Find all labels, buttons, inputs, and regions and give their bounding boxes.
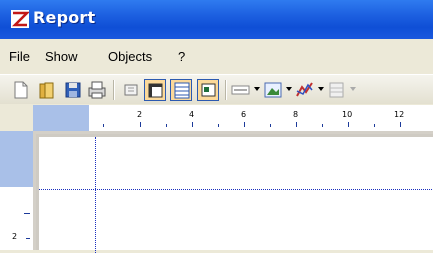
margin-guide-vertical [95, 137, 96, 253]
ruler-label: 10 [342, 110, 353, 119]
margin-guide-horizontal [39, 189, 433, 190]
image-tool-icon[interactable] [262, 79, 284, 101]
print-icon[interactable] [86, 79, 108, 101]
ruler-margin-highlight [0, 131, 33, 187]
ruler-label: 12 [394, 110, 405, 119]
menu-show[interactable]: Show [45, 49, 78, 64]
line-tool-dropdown-icon[interactable] [254, 87, 260, 91]
menu-objects[interactable]: Objects [108, 49, 152, 64]
table-tool-dropdown-icon[interactable] [350, 87, 356, 91]
ruler-label: 8 [293, 110, 299, 119]
report-app-icon [11, 10, 31, 28]
table-tool-icon[interactable] [326, 79, 348, 101]
vertical-ruler[interactable]: 2 [0, 131, 33, 250]
new-icon[interactable] [10, 79, 32, 101]
chart-tool-icon[interactable] [294, 79, 316, 101]
ruler-margin-highlight [33, 105, 89, 131]
title-bar[interactable]: Report [0, 0, 433, 39]
window-title: Report [33, 8, 96, 27]
menu-file[interactable]: File [9, 49, 30, 64]
page-setup-icon[interactable] [120, 79, 142, 101]
grid-icon[interactable] [170, 79, 192, 101]
zoom-icon[interactable] [197, 79, 219, 101]
horizontal-ruler[interactable]: 2 4 6 8 10 12 [33, 105, 433, 131]
ruler-label: 4 [189, 110, 195, 119]
menu-bar: File Show Objects ? [0, 39, 433, 74]
save-icon[interactable] [62, 79, 84, 101]
menu-help[interactable]: ? [178, 49, 185, 64]
report-page[interactable] [36, 134, 433, 253]
ruler-icon[interactable] [144, 79, 166, 101]
toolbar [0, 74, 433, 104]
ruler-label: 2 [12, 232, 18, 241]
report-canvas[interactable] [33, 131, 433, 253]
ruler-label: 2 [137, 110, 143, 119]
open-icon[interactable] [36, 79, 58, 101]
ruler-label: 6 [241, 110, 247, 119]
chart-tool-dropdown-icon[interactable] [318, 87, 324, 91]
ruler-corner [0, 105, 33, 131]
line-tool-icon[interactable] [230, 79, 252, 101]
image-tool-dropdown-icon[interactable] [286, 87, 292, 91]
